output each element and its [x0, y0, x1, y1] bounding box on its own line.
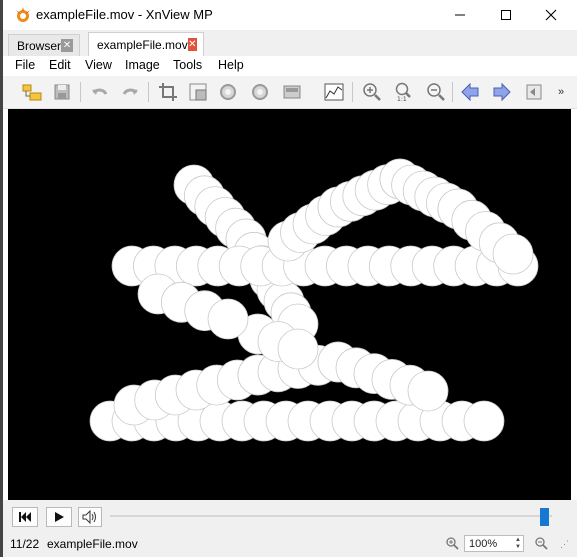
title-bar: exampleFile.mov - XnView MP: [0, 0, 577, 30]
rotate-left-button[interactable]: [216, 80, 240, 104]
zoom-level-value: 100%: [469, 537, 498, 550]
minimize-icon: [455, 14, 465, 16]
window-title: exampleFile.mov - XnView MP: [36, 7, 213, 22]
frame-circle: [463, 400, 505, 442]
seek-thumb[interactable]: [540, 508, 549, 526]
close-icon: [545, 9, 557, 21]
status-bar: 11/22 exampleFile.mov 100% ▲ ▼ ⋰: [0, 534, 577, 557]
crop-button[interactable]: [156, 80, 180, 104]
minimize-button[interactable]: [437, 0, 483, 30]
close-tab-icon[interactable]: ✕: [61, 39, 73, 52]
zoom-out-button[interactable]: [424, 80, 448, 104]
svg-text:1:1: 1:1: [397, 96, 407, 102]
frame-image: [89, 158, 539, 442]
toolbar-separator: [452, 82, 453, 102]
menu-tools[interactable]: Tools: [173, 58, 202, 72]
crop-icon: [159, 83, 177, 101]
next-icon: [493, 82, 511, 102]
histogram-button[interactable]: [322, 80, 346, 104]
status-filename: exampleFile.mov: [47, 537, 138, 551]
zoom-in-icon: [363, 83, 381, 101]
play-button[interactable]: [46, 507, 72, 527]
xnview-logo-icon: [16, 7, 30, 22]
previous-icon: [461, 82, 479, 102]
rotate-left-icon: [220, 84, 236, 100]
video-frame[interactable]: [8, 109, 571, 500]
menu-file[interactable]: File: [15, 58, 35, 72]
rotate-right-button[interactable]: [248, 80, 272, 104]
tab-examplefile[interactable]: exampleFile.mov ✕: [88, 32, 204, 56]
window-edge: [0, 0, 3, 557]
resize-icon: [189, 83, 207, 101]
close-button[interactable]: [528, 0, 574, 30]
volume-icon: [82, 510, 96, 524]
menu-help[interactable]: Help: [218, 58, 244, 72]
histogram-icon: [324, 83, 344, 101]
previous-button[interactable]: [458, 80, 482, 104]
toolbar-separator: [148, 82, 149, 102]
resize-button[interactable]: [186, 80, 210, 104]
play-icon: [55, 512, 64, 522]
fullscreen-icon: [526, 84, 542, 100]
zoom-actual-icon: 1:1: [395, 82, 411, 102]
zoom-out-icon[interactable]: [534, 536, 548, 550]
maximize-button[interactable]: [483, 0, 529, 30]
adjust-button[interactable]: [280, 80, 304, 104]
spin-buttons-icon[interactable]: ▲ ▼: [515, 537, 521, 551]
tab-label: exampleFile.mov: [97, 37, 188, 52]
menu-bar: File Edit View Image Tools Help: [0, 56, 577, 76]
toolbar-separator: [80, 82, 81, 102]
maximize-icon: [501, 10, 511, 20]
frame-circle: [207, 298, 249, 340]
save-icon: [54, 84, 70, 100]
frame-circle: [277, 328, 319, 370]
zoom-level-field[interactable]: 100% ▲ ▼: [464, 535, 524, 552]
toolbar-separator: [352, 82, 353, 102]
menu-view[interactable]: View: [85, 58, 112, 72]
save-button[interactable]: [50, 80, 74, 104]
rewind-button[interactable]: [12, 507, 38, 527]
menu-edit[interactable]: Edit: [49, 58, 71, 72]
zoom-in-icon[interactable]: [445, 536, 459, 550]
rewind-icon: [19, 512, 31, 522]
open-folder-button[interactable]: [20, 80, 44, 104]
undo-button[interactable]: [88, 80, 112, 104]
frame-circle: [492, 233, 534, 275]
playback-bar: [0, 500, 577, 534]
rotate-right-icon: [252, 84, 268, 100]
toolbar: 1:1 »: [0, 76, 577, 168]
menu-image[interactable]: Image: [125, 58, 160, 72]
next-button[interactable]: [490, 80, 514, 104]
volume-button[interactable]: [78, 507, 102, 527]
frame-circle: [407, 370, 449, 412]
tab-bar: Browser ✕ exampleFile.mov ✕: [0, 30, 577, 56]
seek-track[interactable]: [110, 515, 552, 517]
open-folder-icon: [22, 84, 42, 101]
zoom-actual-button[interactable]: 1:1: [392, 80, 416, 104]
undo-icon: [92, 88, 108, 95]
adjust-icon: [283, 85, 301, 99]
redo-button[interactable]: [118, 80, 142, 104]
frame-counter: 11/22: [10, 537, 40, 551]
redo-icon: [122, 88, 138, 95]
tab-label: Browser: [17, 38, 62, 53]
toolbar-overflow-icon[interactable]: »: [558, 86, 564, 98]
close-tab-icon[interactable]: ✕: [187, 38, 197, 51]
tab-browser[interactable]: Browser ✕: [8, 34, 80, 56]
zoom-in-button[interactable]: [360, 80, 384, 104]
fullscreen-button[interactable]: [522, 80, 546, 104]
resize-grip-icon[interactable]: ⋰: [560, 539, 569, 550]
zoom-out-icon: [427, 83, 445, 101]
